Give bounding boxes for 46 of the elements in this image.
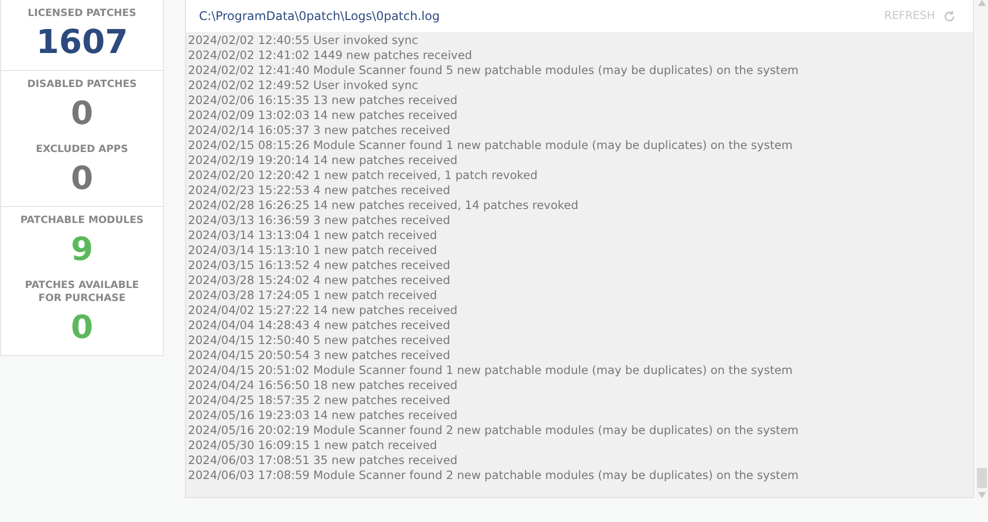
log-line: 2024/06/03 17:08:51 35 new patches received: [188, 453, 458, 468]
log-line: 2024/02/09 13:02:03 14 new patches received: [188, 108, 458, 123]
refresh-icon: [943, 10, 956, 22]
stat-label: DISABLED PATCHES: [26, 78, 138, 91]
log-line: 2024/05/16 20:02:19 Module Scanner found 2 new patchable modules (may be duplicates) on the system: [188, 423, 800, 438]
stat-value: 0: [70, 307, 94, 348]
log-line: 2024/03/13 16:36:59 3 new patches received: [188, 213, 452, 228]
stat-label: PATCHES AVAILABLE FOR PURCHASE: [24, 279, 140, 305]
scroll-up-arrow-icon[interactable]: [978, 0, 986, 6]
log-line: 2024/02/28 16:26:25 14 new patches received, 14 patches revoked: [188, 198, 580, 213]
log-line: 2024/02/23 15:22:53 4 new patches received: [188, 183, 452, 198]
log-line: 2024/02/06 16:15:35 13 new patches received: [188, 93, 458, 108]
stat-label: PATCHABLE MODULES: [19, 214, 145, 227]
stat-value: 0: [70, 93, 94, 134]
log-line: 2024/04/15 12:50:40 5 new patches received: [188, 333, 452, 348]
log-line: 2024/03/14 13:13:04 1 new patch received: [188, 228, 438, 243]
stat-value: 9: [70, 229, 94, 270]
log-line: 2024/02/15 08:15:26 Module Scanner found 1 new patchable module (may be duplicates) on the system: [188, 138, 794, 153]
log-line: 2024/02/02 12:40:55 User invoked sync: [188, 33, 420, 48]
log-line: 2024/05/30 16:09:15 1 new patch received: [188, 438, 438, 453]
log-line: 2024/03/28 15:24:02 4 new patches received: [188, 273, 452, 288]
log-line: 2024/02/02 12:41:40 Module Scanner found 5 new patchable modules (may be duplicates) on the system: [188, 63, 800, 78]
stat-label: LICENSED PATCHES: [26, 7, 138, 20]
log-line: 2024/02/02 12:41:02 1449 new patches received: [188, 48, 474, 63]
log-line: 2024/06/03 17:08:59 Module Scanner found 2 new patchable modules (may be duplicates) on the system: [188, 468, 800, 483]
log-file-path: C:\ProgramData\0patch\Logs\0patch.log: [199, 8, 440, 25]
log-line: 2024/02/20 12:20:42 1 new patch received, 1 patch revoked: [188, 168, 539, 183]
log-line: 2024/04/24 16:56:50 18 new patches received: [188, 378, 458, 393]
log-line: 2024/04/25 18:57:35 2 new patches received: [188, 393, 452, 408]
log-line: 2024/05/16 19:23:03 14 new patches received: [188, 408, 458, 423]
stat-value: 1607: [36, 21, 128, 63]
log-line: 2024/03/15 16:13:52 4 new patches received: [188, 258, 452, 273]
log-line: 2024/04/02 15:27:22 14 new patches received: [188, 303, 458, 318]
log-line: 2024/04/04 14:28:43 4 new patches received: [188, 318, 452, 333]
log-line: 2024/04/15 20:51:02 Module Scanner found 1 new patchable module (may be duplicates) on the system: [188, 363, 794, 378]
log-line: 2024/02/14 16:05:37 3 new patches received: [188, 123, 452, 138]
scroll-down-arrow-icon[interactable]: [978, 492, 986, 498]
log-line: 2024/03/28 17:24:05 1 new patch received: [188, 288, 438, 303]
log-line: 2024/02/19 19:20:14 14 new patches received: [188, 153, 458, 168]
scrollbar-thumb[interactable]: [977, 468, 987, 488]
log-line: 2024/03/14 15:13:10 1 new patch received: [188, 243, 438, 258]
stat-label: EXCLUDED APPS: [34, 143, 130, 156]
log-line: 2024/02/02 12:49:52 User invoked sync: [188, 78, 420, 93]
stat-value: 0: [70, 158, 94, 199]
scrollbar[interactable]: [976, 0, 988, 498]
log-line: 2024/04/15 20:50:54 3 new patches received: [188, 348, 452, 363]
